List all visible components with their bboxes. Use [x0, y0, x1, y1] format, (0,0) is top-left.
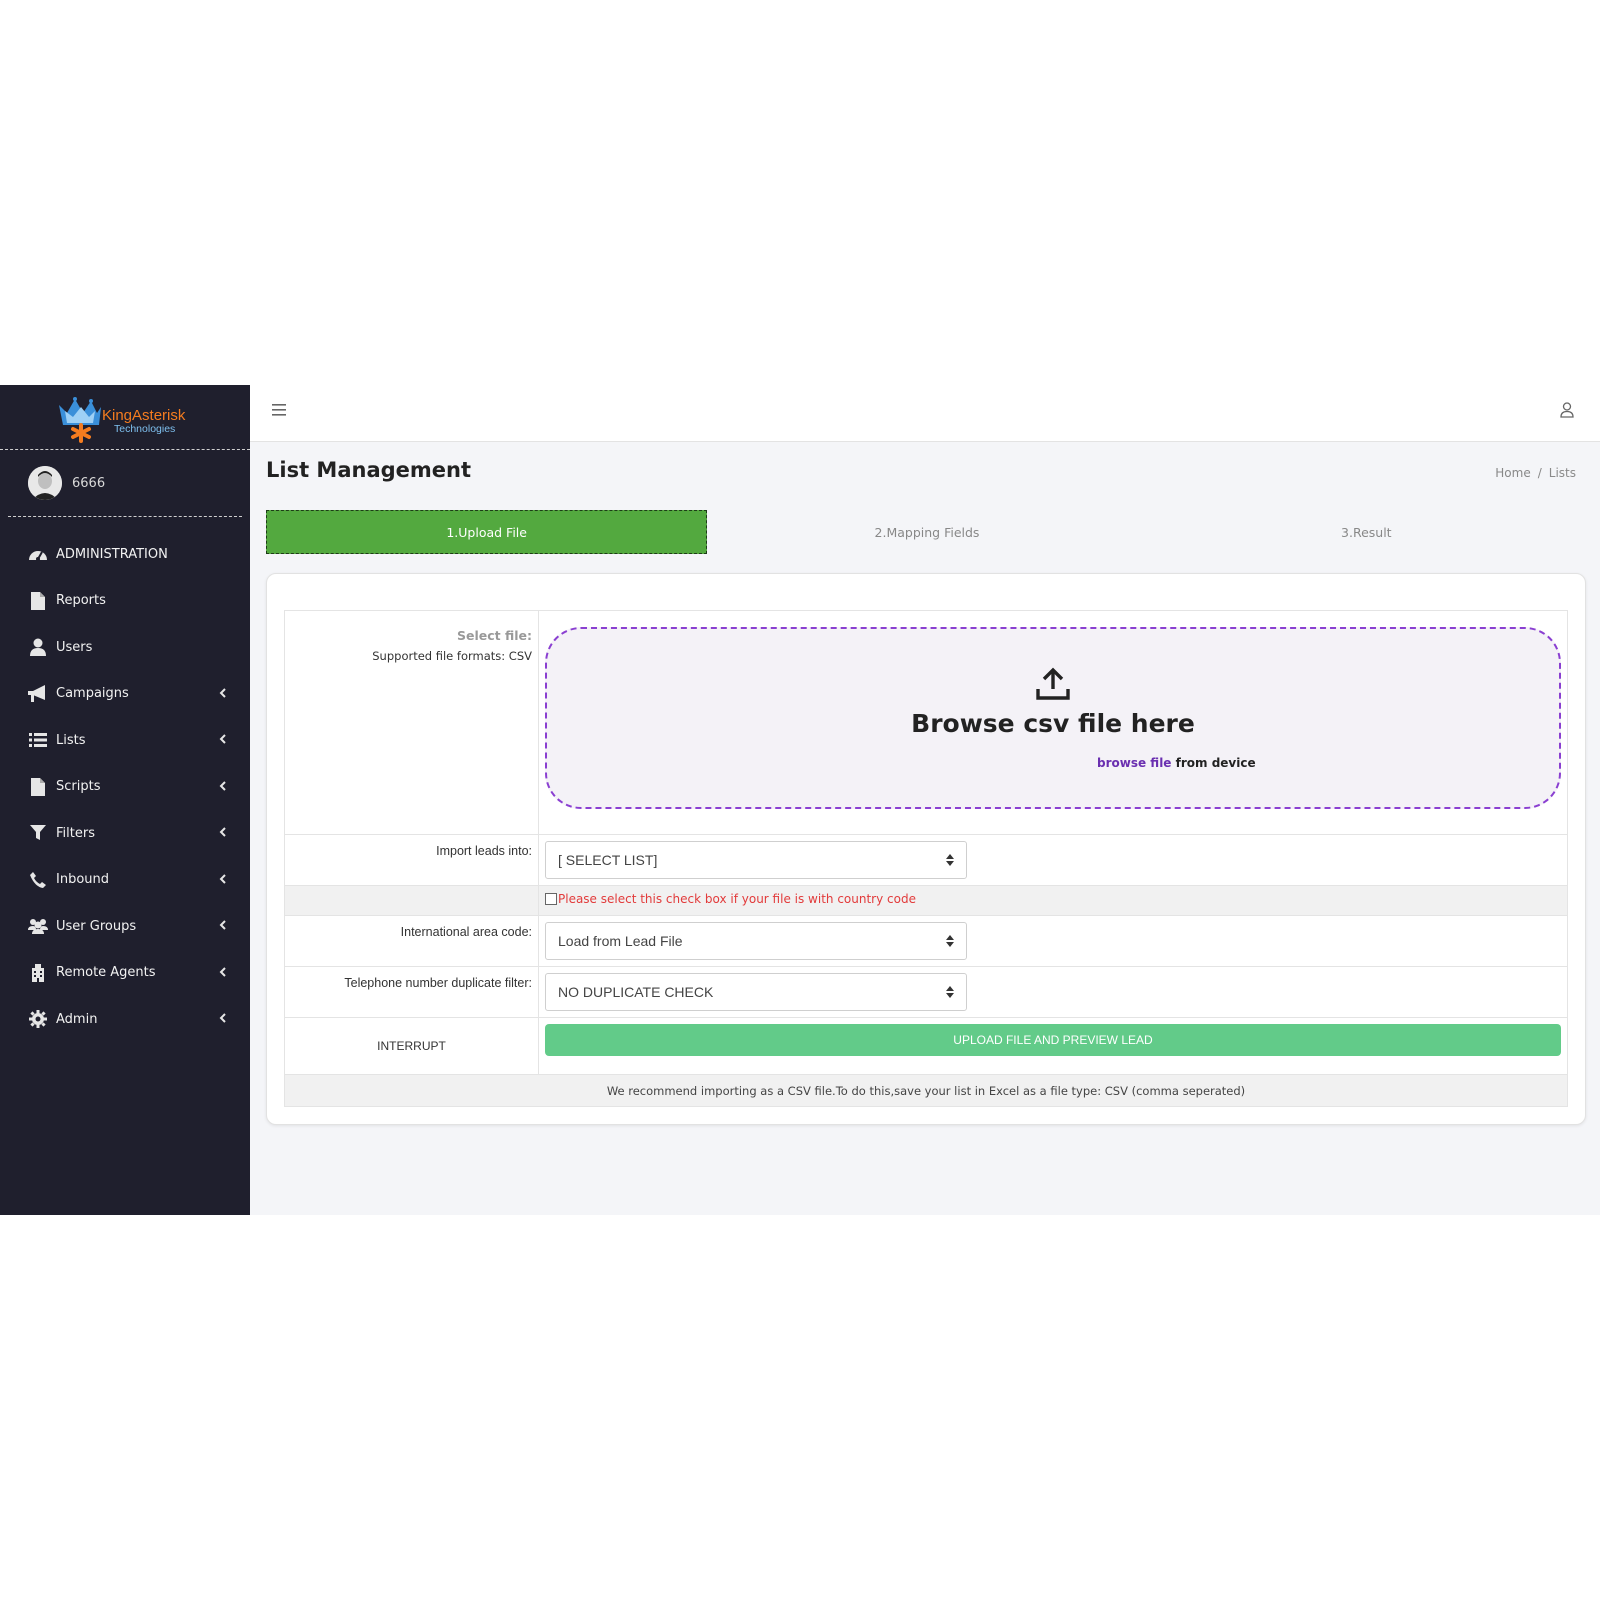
upload-form: Select file: Supported file formats: CSV…: [284, 610, 1568, 1107]
step-upload-file[interactable]: 1.Upload File: [266, 510, 708, 554]
filter-icon: [28, 823, 48, 843]
sidebar-item-label: Admin: [56, 1011, 98, 1027]
select-file-label: Select file:: [456, 628, 532, 643]
file-dropzone[interactable]: Browse csv file here browse file from de…: [545, 627, 1561, 809]
sidebar-item-campaigns[interactable]: Campaigns: [0, 671, 250, 718]
chevron-left-icon: [219, 1010, 226, 1028]
select-arrows-icon: [946, 934, 954, 951]
page-title: List Management: [266, 458, 472, 482]
building-icon: [28, 963, 48, 983]
top-navbar: [250, 385, 1600, 442]
sidebar-item-label: ADMINISTRATION: [56, 546, 168, 562]
browse-file-link[interactable]: browse file: [1097, 756, 1171, 770]
sidebar-item-scripts[interactable]: Scripts: [0, 764, 250, 811]
phone-icon: [28, 870, 48, 890]
intl-area-code-value: Load from Lead File: [558, 933, 683, 949]
sidebar: KingAsterisk Technologies 6666 ADMINISTR…: [0, 385, 250, 1215]
intl-area-code-select[interactable]: Load from Lead File: [545, 922, 967, 960]
dropzone-subtitle: browse file from device: [1097, 756, 1256, 770]
chevron-left-icon: [219, 964, 226, 982]
chevron-left-icon: [219, 731, 226, 749]
import-leads-value: [ SELECT LIST]: [558, 852, 658, 868]
country-code-checkbox[interactable]: [545, 893, 557, 905]
upload-icon: [1036, 667, 1070, 706]
select-file-row: Select file: Supported file formats: CSV…: [284, 610, 1568, 835]
sidebar-item-lists[interactable]: Lists: [0, 717, 250, 764]
chevron-left-icon: [219, 824, 226, 842]
select-arrows-icon: [946, 853, 954, 870]
dropzone-title: Browse csv file here: [911, 709, 1195, 738]
chevron-left-icon: [219, 685, 226, 703]
footer-note-row: We recommend importing as a CSV file.To …: [284, 1074, 1568, 1107]
import-leads-row: Import leads into: [ SELECT LIST]: [284, 834, 1568, 886]
interrupt-label: INTERRUPT: [377, 1039, 446, 1053]
kingasterisk-logo: KingAsterisk Technologies: [59, 397, 186, 443]
users-icon: [28, 916, 48, 936]
hamburger-menu-icon[interactable]: [272, 403, 286, 421]
import-leads-select[interactable]: [ SELECT LIST]: [545, 841, 967, 879]
import-leads-label: Import leads into:: [284, 834, 539, 886]
user-icon: [28, 637, 48, 657]
action-row: INTERRUPT UPLOAD FILE AND PREVIEW LEAD: [284, 1017, 1568, 1075]
avatar[interactable]: [28, 466, 62, 500]
brand-name: KingAsterisk: [102, 407, 186, 424]
breadcrumb-current: Lists: [1548, 466, 1576, 480]
supported-formats-label: Supported file formats: CSV: [372, 649, 532, 663]
sidebar-item-inbound[interactable]: Inbound: [0, 857, 250, 904]
list-icon: [28, 730, 48, 750]
sidebar-menu: ADMINISTRATION Reports Users Campaigns L…: [0, 517, 250, 1043]
user-panel: 6666: [8, 450, 242, 517]
sidebar-item-label: Lists: [56, 732, 86, 748]
sidebar-item-label: Filters: [56, 825, 95, 841]
main-content: List Management Home / Lists 1.Upload File…: [250, 385, 1600, 1215]
country-code-row: Please select this check box if your fil…: [284, 885, 1568, 916]
intl-area-code-label: International area code:: [284, 915, 539, 967]
footer-note: We recommend importing as a CSV file.To …: [284, 1074, 1568, 1107]
breadcrumb: Home / Lists: [1495, 466, 1576, 480]
sidebar-item-label: Inbound: [56, 872, 110, 888]
sidebar-item-filters[interactable]: Filters: [0, 810, 250, 857]
file-icon: [28, 777, 48, 797]
dup-filter-select[interactable]: NO DUPLICATE CHECK: [545, 973, 967, 1011]
dropzone-suffix: from device: [1171, 756, 1256, 770]
sidebar-item-users[interactable]: Users: [0, 624, 250, 671]
dashboard-icon: [28, 544, 48, 564]
country-code-note: Please select this check box if your fil…: [558, 892, 916, 906]
page-header: List Management Home / Lists: [250, 442, 1600, 504]
intl-area-code-row: International area code: Load from Lead …: [284, 915, 1568, 967]
upload-preview-button[interactable]: UPLOAD FILE AND PREVIEW LEAD: [545, 1024, 1561, 1056]
bullhorn-icon: [28, 684, 48, 704]
select-arrows-icon: [946, 985, 954, 1002]
step-result[interactable]: 3.Result: [1147, 510, 1586, 554]
file-icon: [28, 591, 48, 611]
app-window: KingAsterisk Technologies 6666 ADMINISTR…: [0, 385, 1600, 1215]
upload-card: Select file: Supported file formats: CSV…: [266, 573, 1586, 1125]
brand-tagline: Technologies: [114, 423, 175, 435]
sidebar-item-label: Reports: [56, 593, 106, 609]
sidebar-item-label: Campaigns: [56, 686, 129, 702]
step-mapping-fields[interactable]: 2.Mapping Fields: [707, 510, 1146, 554]
user-account-icon[interactable]: [1560, 402, 1574, 423]
sidebar-item-user-groups[interactable]: User Groups: [0, 903, 250, 950]
sidebar-item-reports[interactable]: Reports: [0, 578, 250, 625]
sidebar-item-remote-agents[interactable]: Remote Agents: [0, 950, 250, 997]
sidebar-item-admin[interactable]: Admin: [0, 996, 250, 1043]
sidebar-item-label: Scripts: [56, 779, 101, 795]
brand-logo[interactable]: KingAsterisk Technologies: [0, 385, 250, 450]
sidebar-item-administration[interactable]: ADMINISTRATION: [0, 531, 250, 578]
dup-filter-value: NO DUPLICATE CHECK: [558, 984, 714, 1000]
breadcrumb-home-link[interactable]: Home: [1495, 466, 1530, 480]
sidebar-item-label: Users: [56, 639, 93, 655]
chevron-left-icon: [219, 871, 226, 889]
gear-icon: [28, 1009, 48, 1029]
chevron-left-icon: [219, 917, 226, 935]
sidebar-item-label: User Groups: [56, 918, 137, 934]
wizard-steps: 1.Upload File 2.Mapping Fields 3.Result: [266, 510, 1586, 554]
username: 6666: [72, 475, 106, 491]
chevron-left-icon: [219, 778, 226, 796]
dup-filter-label: Telephone number duplicate filter:: [284, 966, 539, 1018]
dup-filter-row: Telephone number duplicate filter: NO DU…: [284, 966, 1568, 1018]
sidebar-item-label: Remote Agents: [56, 965, 156, 981]
